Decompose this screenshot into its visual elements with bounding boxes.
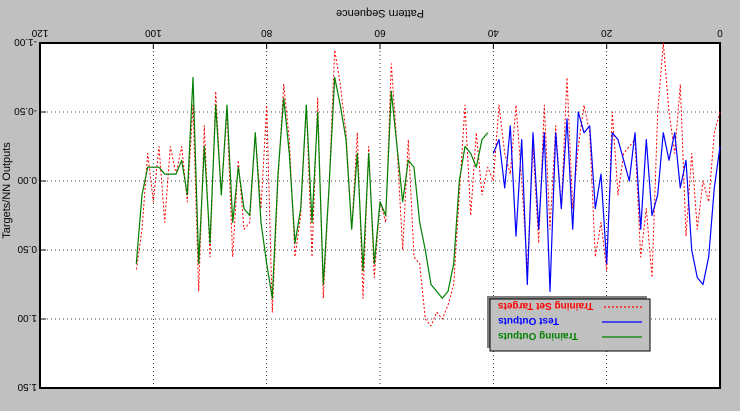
- line-chart: 020406080100120 -1.00-0.500.000.501.001.…: [0, 0, 740, 411]
- legend: Training Outputs Test Outputs Training Set…: [487, 296, 651, 352]
- x-tick-label: 100: [145, 27, 162, 38]
- y-tick-label: 1.00: [17, 312, 37, 323]
- x-tick-label: 20: [601, 27, 613, 38]
- x-tick-label: 40: [487, 27, 499, 38]
- x-tick-label: 60: [374, 27, 386, 38]
- x-tick-label: 0: [717, 27, 723, 38]
- y-tick-label: 1.50: [17, 381, 37, 392]
- legend-label: Training Set Targets: [498, 300, 594, 311]
- mirrored-chart: 0 20 40 60 80 100 120 -1.00 -0.50 0.00 0.50 1.00 1.…: [0, 0, 740, 411]
- legend-label: Training Outputs: [498, 330, 578, 341]
- y-tick-label: -0.50: [14, 105, 37, 116]
- chart-title: Pattern Sequence: [336, 7, 424, 19]
- x-tick-label: 80: [261, 27, 273, 38]
- legend-label: Test Outputs: [498, 315, 559, 326]
- y-tick-label: -1.00: [14, 36, 37, 47]
- y-axis-label: Targets/NN Outputs: [1, 142, 13, 239]
- y-tick-label: 0.00: [17, 174, 37, 185]
- y-tick-label: 0.50: [17, 243, 37, 254]
- chart-window: 0 20 40 60 80 100 120 -1.00 -0.50 0.00 0.50 1.00 1.…: [0, 0, 740, 411]
